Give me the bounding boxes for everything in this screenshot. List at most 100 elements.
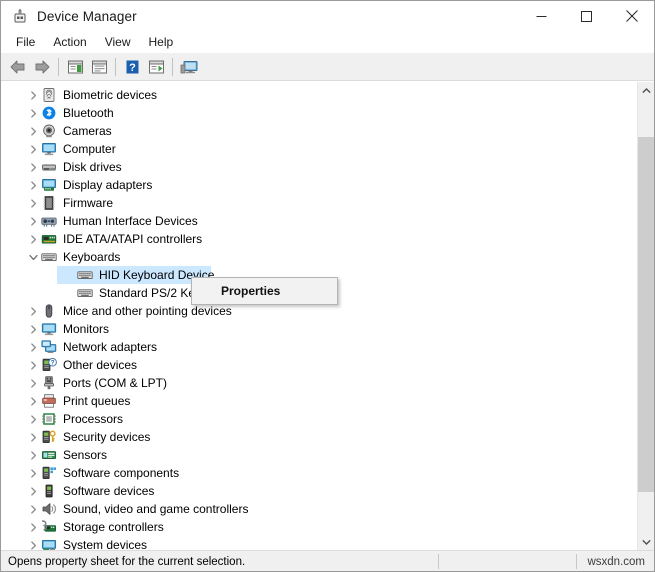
vertical-scrollbar[interactable] [637, 82, 654, 550]
tree-item[interactable]: Bluetooth [1, 104, 637, 122]
tree-item[interactable]: Display adapters [1, 176, 637, 194]
chevron-right-icon[interactable] [25, 518, 41, 536]
chevron-right-icon[interactable] [25, 158, 41, 176]
back-button[interactable] [6, 55, 30, 79]
menu-action[interactable]: Action [44, 33, 95, 51]
tree-item[interactable]: Monitors [1, 320, 637, 338]
menu-bar: File Action View Help [1, 31, 654, 53]
status-divider [438, 554, 439, 569]
tree-item-label: Display adapters [63, 178, 153, 192]
chevron-right-icon[interactable] [25, 86, 41, 104]
menu-help[interactable]: Help [140, 33, 183, 51]
ide-controller-icon [41, 231, 57, 247]
chevron-right-icon[interactable] [25, 536, 41, 550]
firmware-chip-icon [41, 195, 57, 211]
tree-item[interactable]: IDE ATA/ATAPI controllers [1, 230, 637, 248]
chevron-right-icon[interactable] [25, 374, 41, 392]
tree-item-label: Biometric devices [63, 88, 158, 102]
tree-item[interactable]: Sensors [1, 446, 637, 464]
tree-item[interactable]: Firmware [1, 194, 637, 212]
device-tree-panel[interactable]: Biometric devices Bluetooth Cameras Compute… [1, 82, 654, 550]
tree-item[interactable]: Software components [1, 464, 637, 482]
tree-item[interactable]: Cameras [1, 122, 637, 140]
unknown-device-icon: ? [41, 357, 57, 373]
maximize-button[interactable] [564, 1, 609, 31]
chevron-right-icon[interactable] [25, 194, 41, 212]
menu-view[interactable]: View [96, 33, 140, 51]
network-adapter-icon [41, 339, 57, 355]
context-menu-properties[interactable]: Properties [192, 284, 280, 298]
chevron-right-icon[interactable] [25, 122, 41, 140]
chevron-right-icon[interactable] [25, 392, 41, 410]
toolbar-separator [58, 57, 59, 76]
context-menu[interactable]: Properties [191, 277, 338, 305]
chevron-right-icon[interactable] [25, 500, 41, 518]
tree-item[interactable]: Sound, video and game controllers [1, 500, 637, 518]
chevron-right-icon[interactable] [25, 230, 41, 248]
status-bar: Opens property sheet for the current sel… [1, 550, 654, 571]
fingerprint-icon [41, 87, 57, 103]
tree-item-label: Cameras [63, 124, 112, 138]
scroll-up-arrow-icon[interactable] [638, 82, 654, 99]
tree-item[interactable]: Print queues [1, 392, 637, 410]
chevron-right-icon[interactable] [25, 320, 41, 338]
chevron-right-icon[interactable] [25, 428, 41, 446]
tree-item[interactable]: Processors [1, 410, 637, 428]
chevron-right-icon[interactable] [25, 464, 41, 482]
tree-item[interactable]: Disk drives [1, 158, 637, 176]
camera-icon [41, 123, 57, 139]
scroll-down-arrow-icon[interactable] [638, 533, 654, 550]
tree-item-label: Computer [63, 142, 116, 156]
tree-item[interactable]: Storage controllers [1, 518, 637, 536]
tree-item-label: Network adapters [63, 340, 158, 354]
tree-item-label: Ports (COM & LPT) [63, 376, 168, 390]
tree-item-label: Security devices [63, 430, 151, 444]
chevron-right-icon[interactable] [25, 446, 41, 464]
sensor-icon [41, 447, 57, 463]
scan-hardware-changes-button[interactable] [177, 55, 201, 79]
properties-button[interactable] [87, 55, 111, 79]
tree-item[interactable]: Network adapters [1, 338, 637, 356]
forward-button[interactable] [30, 55, 54, 79]
close-button[interactable] [609, 1, 654, 31]
tree-item[interactable]: Computer [1, 140, 637, 158]
tree-item[interactable]: Keyboards [1, 248, 637, 266]
keyboard-icon [77, 285, 93, 301]
chevron-right-icon[interactable] [25, 104, 41, 122]
device-tree[interactable]: Biometric devices Bluetooth Cameras Compute… [1, 86, 637, 550]
chevron-right-icon[interactable] [25, 356, 41, 374]
help-button[interactable]: ? [120, 55, 144, 79]
chevron-right-icon[interactable] [25, 302, 41, 320]
status-message: Opens property sheet for the current sel… [8, 555, 246, 568]
tree-item-label: Monitors [63, 322, 110, 336]
tree-item-label: Processors [63, 412, 124, 426]
chevron-down-icon[interactable] [25, 248, 41, 266]
tree-item[interactable]: System devices [1, 536, 637, 550]
tree-item-label: Sensors [63, 448, 108, 462]
tree-item[interactable]: ? Other devices [1, 356, 637, 374]
svg-text:?: ? [51, 360, 55, 367]
tree-item[interactable]: Ports (COM & LPT) [1, 374, 637, 392]
window-controls [519, 1, 654, 31]
device-manager-window: Device Manager File Action View Help ? B… [0, 0, 655, 572]
chevron-right-icon[interactable] [25, 176, 41, 194]
tree-item-label: Storage controllers [63, 520, 164, 534]
tree-item[interactable]: Software devices [1, 482, 637, 500]
disk-drive-icon [41, 159, 57, 175]
minimize-button[interactable] [519, 1, 564, 31]
chevron-right-icon[interactable] [25, 140, 41, 158]
update-driver-button[interactable] [144, 55, 168, 79]
tree-item[interactable]: Biometric devices [1, 86, 637, 104]
tree-item-label: Bluetooth [63, 106, 114, 120]
menu-file[interactable]: File [7, 33, 44, 51]
chevron-right-icon[interactable] [25, 410, 41, 428]
chevron-right-icon[interactable] [25, 482, 41, 500]
chevron-right-icon[interactable] [25, 212, 41, 230]
watermark: wsxdn.com [587, 555, 645, 568]
tree-item[interactable]: Human Interface Devices [1, 212, 637, 230]
show-hidden-devices-button[interactable] [63, 55, 87, 79]
chevron-right-icon[interactable] [25, 338, 41, 356]
scrollbar-thumb[interactable] [638, 137, 654, 492]
tree-item[interactable]: Security devices [1, 428, 637, 446]
